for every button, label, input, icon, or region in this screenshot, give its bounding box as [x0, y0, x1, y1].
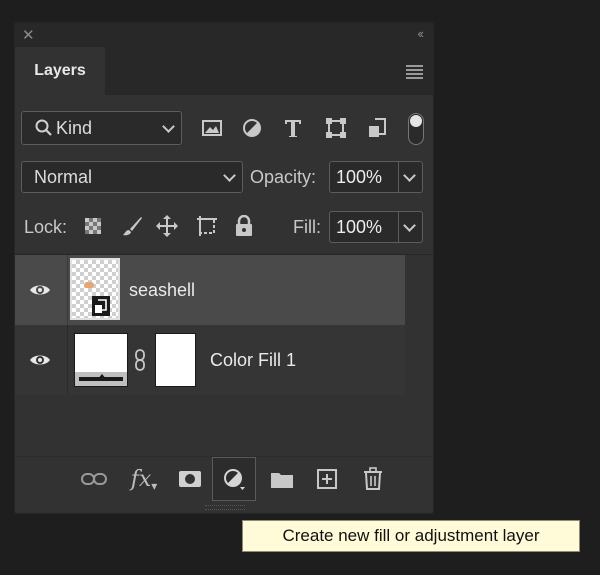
close-icon[interactable]: ✕ — [22, 26, 35, 44]
new-group-folder-icon[interactable] — [269, 457, 295, 501]
blend-mode-select[interactable]: Normal — [21, 161, 243, 193]
layer-name[interactable]: Color Fill 1 — [210, 350, 296, 371]
layer-row-color-fill[interactable]: Color Fill 1 — [15, 325, 405, 395]
lock-transparent-pixels-icon[interactable] — [83, 216, 103, 236]
kind-filter-select[interactable]: Kind — [21, 111, 182, 145]
adjustment-layer-icon — [224, 469, 245, 490]
smart-object-badge-icon — [92, 296, 110, 316]
lock-image-pixels-icon[interactable] — [121, 215, 143, 237]
tab-layers[interactable]: Layers — [15, 47, 105, 95]
new-layer-icon[interactable] — [315, 457, 339, 501]
collapse-icon[interactable]: ‹‹ — [417, 26, 424, 41]
fx-label: fx — [130, 466, 152, 492]
link-chain-icon[interactable] — [133, 349, 147, 371]
chevron-down-icon — [223, 169, 236, 182]
panel-titlebar: ✕ ‹‹ — [15, 23, 433, 47]
delete-layer-trash-icon[interactable] — [361, 457, 385, 501]
lock-all-icon[interactable] — [233, 214, 255, 238]
new-fill-adjustment-layer-button[interactable] — [212, 457, 256, 501]
adjustment-filter-icon[interactable] — [241, 117, 263, 139]
search-icon — [35, 119, 52, 136]
lock-row: Lock: Fill: 100% — [15, 209, 433, 245]
add-mask-icon[interactable] — [177, 457, 203, 501]
blend-mode-value: Normal — [34, 166, 93, 187]
layer-row-seashell[interactable]: seashell — [15, 255, 405, 325]
chevron-down-icon[interactable] — [403, 169, 416, 182]
fill-label: Fill: — [293, 217, 321, 237]
fill-value: 100% — [336, 216, 383, 237]
tooltip-text: Create new fill or adjustment layer — [282, 526, 540, 545]
kind-filter-label: Kind — [56, 117, 93, 138]
shape-filter-icon[interactable] — [325, 117, 347, 139]
link-layers-icon[interactable] — [81, 457, 107, 501]
tab-row: Layers — [15, 47, 433, 95]
lock-label: Lock: — [24, 217, 68, 237]
panel-menu-icon[interactable] — [406, 65, 423, 81]
chevron-down-icon[interactable] — [403, 219, 416, 232]
smart-object-filter-icon[interactable] — [366, 117, 388, 139]
visibility-eye-icon[interactable] — [29, 350, 51, 370]
opacity-input[interactable]: 100% — [329, 161, 423, 193]
lock-position-icon[interactable] — [155, 214, 179, 238]
layer-mask-thumbnail[interactable] — [155, 333, 196, 387]
chevron-down-icon — [162, 120, 175, 133]
fill-input[interactable]: 100% — [329, 211, 423, 243]
blend-row: Normal Opacity: 100% — [15, 159, 433, 195]
filter-toggle-switch[interactable] — [408, 113, 424, 145]
layer-name[interactable]: seashell — [129, 280, 195, 301]
opacity-value: 100% — [336, 166, 383, 187]
type-filter-icon[interactable] — [282, 117, 304, 139]
lock-artboard-icon[interactable] — [195, 214, 219, 238]
layers-panel: ✕ ‹‹ Layers Kind Normal Opacity: 100% Lo… — [14, 22, 434, 514]
layer-thumbnail[interactable] — [70, 258, 120, 320]
filter-row: Kind — [15, 109, 433, 149]
bottom-toolbar: fx ▾ — [15, 456, 433, 502]
resize-grip-icon[interactable] — [205, 505, 245, 510]
image-filter-icon[interactable] — [201, 117, 223, 139]
tab-layers-label: Layers — [34, 62, 86, 79]
visibility-eye-icon[interactable] — [29, 280, 51, 300]
opacity-label: Opacity: — [250, 167, 317, 187]
fill-layer-thumbnail[interactable] — [74, 333, 128, 387]
layer-style-fx-icon[interactable]: fx ▾ — [129, 457, 159, 501]
tooltip: Create new fill or adjustment layer — [242, 520, 580, 552]
